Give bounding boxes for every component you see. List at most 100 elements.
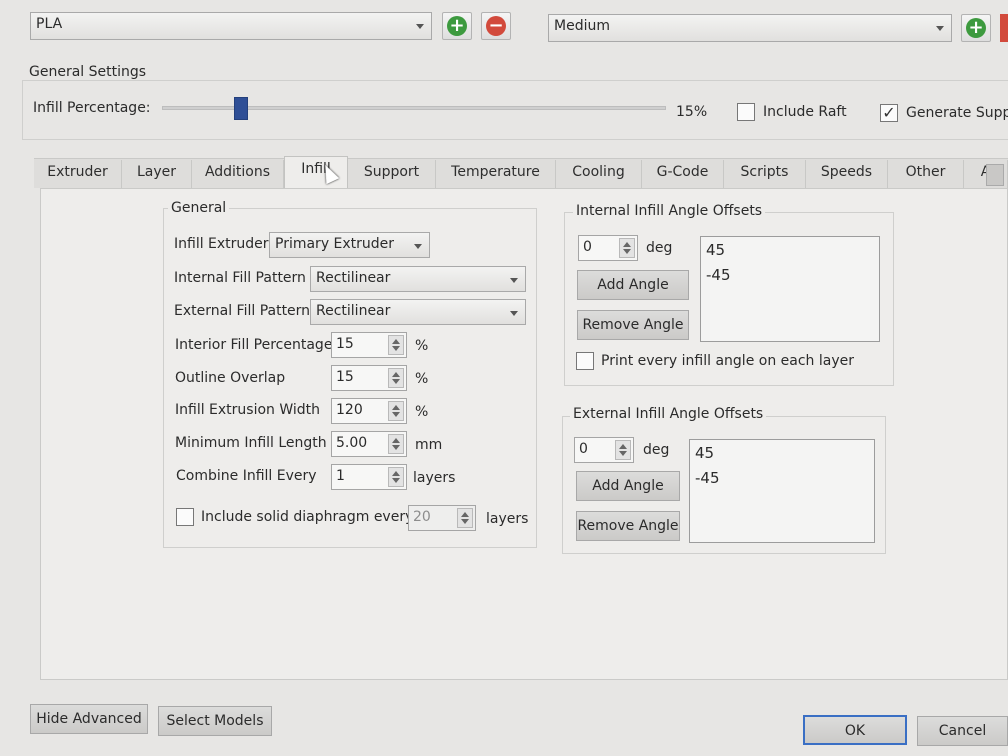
tab-additions[interactable]: Additions [192,160,284,188]
add-material-button[interactable]: + [442,12,472,40]
plus-icon: + [966,18,986,38]
hide-advanced-button[interactable]: Hide Advanced [30,704,148,734]
outline-overlap-spinbox[interactable]: 15 [331,365,407,391]
outline-overlap-unit: % [415,371,429,387]
minimum-infill-length-spinbox[interactable]: 5.00 [331,431,407,457]
solid-diaphragm-unit: layers [486,511,529,527]
chevron-down-icon [416,24,424,29]
tab-label: Temperature [451,164,540,180]
spin-buttons[interactable] [619,238,635,258]
external-remove-angle-button[interactable]: Remove Angle [576,511,680,541]
tab-label: Cooling [572,164,625,180]
generate-support-checkbox[interactable]: ✓ [880,104,898,122]
remove-material-button[interactable]: − [481,12,511,40]
external-add-angle-button[interactable]: Add Angle [576,471,680,501]
spin-buttons[interactable] [388,434,404,454]
spin-down-icon [623,249,631,254]
list-item[interactable]: 45 [706,241,874,266]
internal-angle-value: 0 [583,239,592,255]
include-raft-checkbox[interactable] [737,103,755,121]
select-models-button[interactable]: Select Models [158,706,272,736]
list-item[interactable]: 45 [695,444,869,469]
include-raft-label: Include Raft [763,104,847,120]
material-profile-value: PLA [36,16,63,32]
solid-diaphragm-spinbox[interactable]: 20 [408,505,476,531]
spin-down-icon [392,379,400,384]
spin-down-icon [461,519,469,524]
spin-up-icon [392,405,400,410]
tab-layer[interactable]: Layer [122,160,192,188]
tab-scroll-button[interactable] [986,164,1004,186]
ok-button[interactable]: OK [803,715,907,745]
internal-remove-angle-button[interactable]: Remove Angle [577,310,689,340]
print-every-angle-label: Print every infill angle on each layer [601,353,854,369]
tab-extruder[interactable]: Extruder [34,160,122,188]
tab-support[interactable]: Support [348,160,436,188]
tab-cooling[interactable]: Cooling [556,160,642,188]
tab-label: Scripts [740,164,789,180]
infill-extruder-select[interactable]: Primary Extruder [269,232,430,258]
list-item[interactable]: -45 [706,266,874,291]
tab-scripts[interactable]: Scripts [724,160,806,188]
print-every-angle-checkbox[interactable] [576,352,594,370]
combine-infill-every-spinbox[interactable]: 1 [331,464,407,490]
cancel-button[interactable]: Cancel [917,716,1008,746]
internal-angle-offsets-title: Internal Infill Angle Offsets [573,203,766,219]
solid-diaphragm-checkbox[interactable] [176,508,194,526]
spin-buttons[interactable] [388,335,404,355]
add-quality-button[interactable]: + [961,14,991,42]
tab-label: Speeds [820,164,873,180]
infill-slider-handle[interactable] [234,97,248,120]
infill-extrusion-width-spinbox[interactable]: 120 [331,398,407,424]
spin-buttons[interactable] [457,508,473,528]
remove-quality-button-edge[interactable] [1000,14,1008,42]
quality-profile-select[interactable]: Medium [548,14,952,42]
external-angle-spinbox[interactable]: 0 [574,437,634,463]
minimum-infill-length-unit: mm [415,437,443,453]
tab-label: Layer [136,164,177,180]
spin-buttons[interactable] [388,368,404,388]
internal-fill-pattern-select[interactable]: Rectilinear [310,266,526,292]
plus-icon: + [447,16,467,36]
external-angle-list[interactable]: 45 -45 [689,439,875,543]
external-angle-unit: deg [643,442,670,458]
chevron-down-icon [510,278,518,283]
spin-buttons[interactable] [388,467,404,487]
spin-down-icon [619,451,627,456]
spin-buttons[interactable] [388,401,404,421]
tab-other[interactable]: Other [888,160,964,188]
external-fill-pattern-label: External Fill Pattern [174,303,311,319]
combine-infill-every-value: 1 [336,468,345,484]
interior-fill-percentage-spinbox[interactable]: 15 [331,332,407,358]
material-profile-select[interactable]: PLA [30,12,432,40]
external-fill-pattern-select[interactable]: Rectilinear [310,299,526,325]
spin-down-icon [392,412,400,417]
internal-add-angle-button[interactable]: Add Angle [577,270,689,300]
combine-infill-every-unit: layers [413,470,456,486]
spin-up-icon [392,339,400,344]
interior-fill-percentage-unit: % [415,338,429,354]
tab-gcode[interactable]: G-Code [642,160,724,188]
minimum-infill-length-label: Minimum Infill Length [175,435,327,451]
external-angle-offsets-title: External Infill Angle Offsets [570,406,767,422]
tab-speeds[interactable]: Speeds [806,160,888,188]
internal-angle-list[interactable]: 45 -45 [700,236,880,342]
internal-angle-spinbox[interactable]: 0 [578,235,638,261]
spin-up-icon [619,444,627,449]
minus-icon: − [486,16,506,36]
list-item[interactable]: -45 [695,469,869,494]
infill-percentage-value: 15% [676,104,708,120]
tab-temperature[interactable]: Temperature [436,160,556,188]
internal-fill-pattern-value: Rectilinear [316,270,391,286]
infill-percentage-label: Infill Percentage: [33,100,151,116]
internal-angle-unit: deg [646,240,673,256]
solid-diaphragm-value: 20 [413,509,431,525]
external-angle-value: 0 [579,441,588,457]
tab-label: Other [905,164,946,180]
tab-infill[interactable]: Infill [284,156,348,190]
infill-extruder-label: Infill Extruder [174,236,269,252]
spin-buttons[interactable] [615,440,631,460]
outline-overlap-label: Outline Overlap [175,370,286,386]
spin-up-icon [392,471,400,476]
quality-profile-value: Medium [554,18,610,34]
